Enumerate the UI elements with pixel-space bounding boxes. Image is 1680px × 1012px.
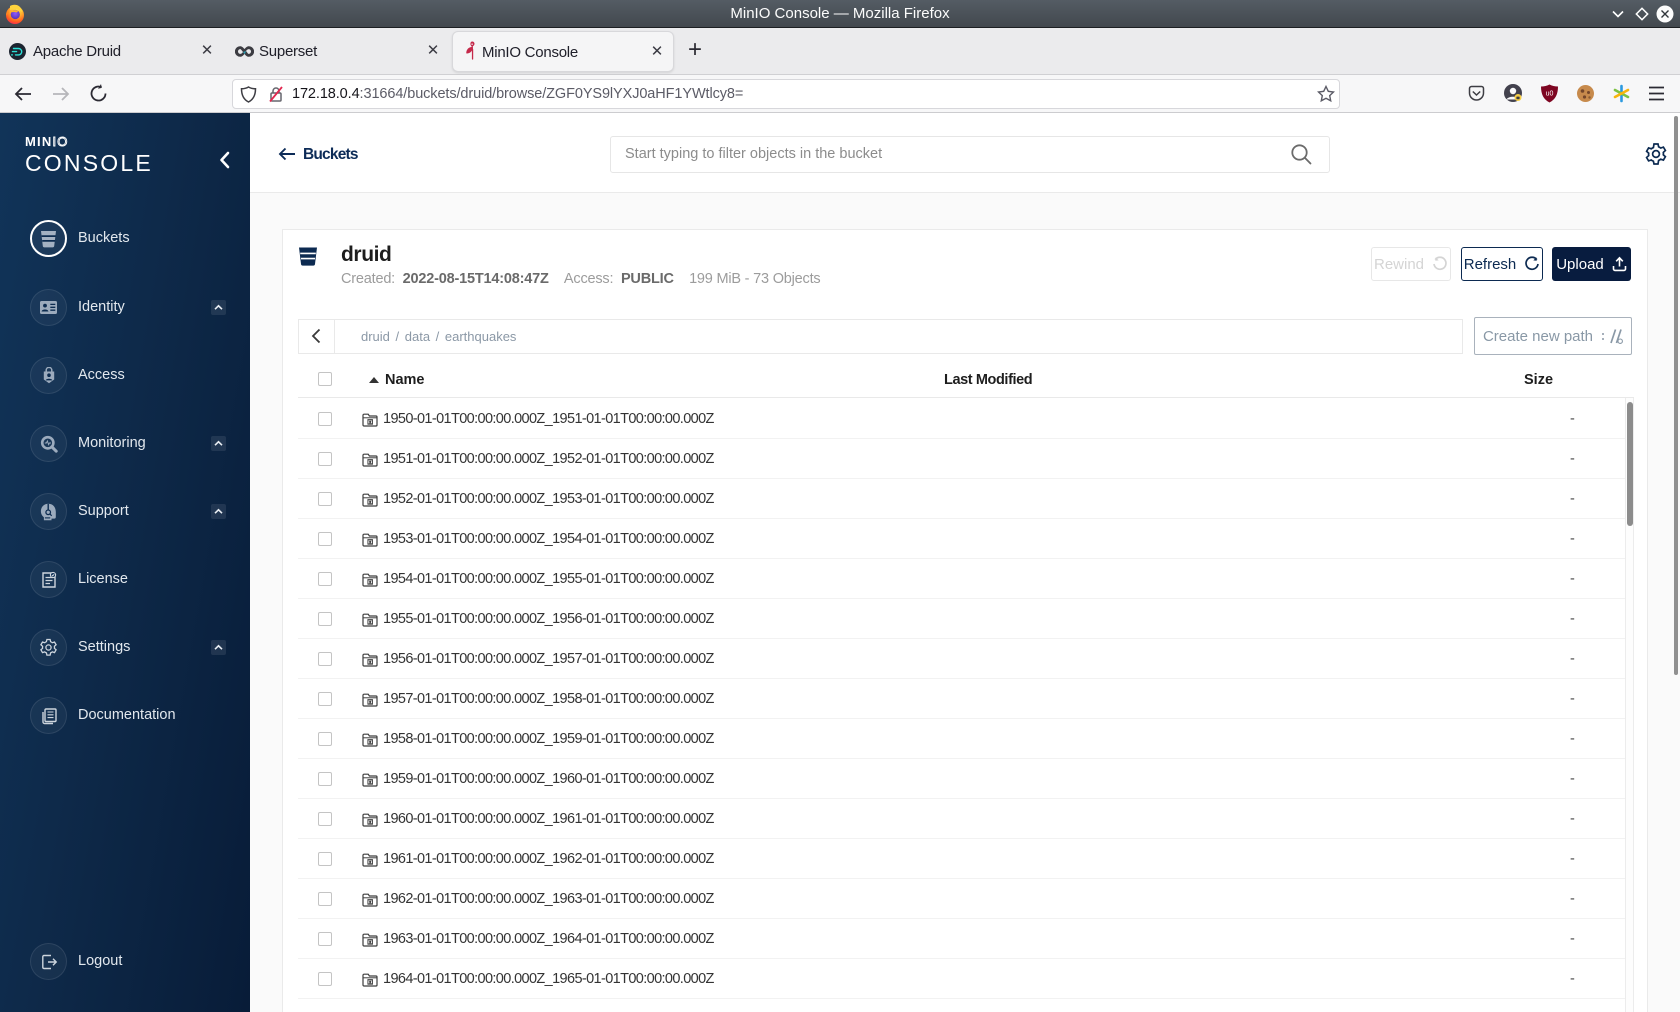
svg-text:u0: u0 xyxy=(1546,91,1554,98)
